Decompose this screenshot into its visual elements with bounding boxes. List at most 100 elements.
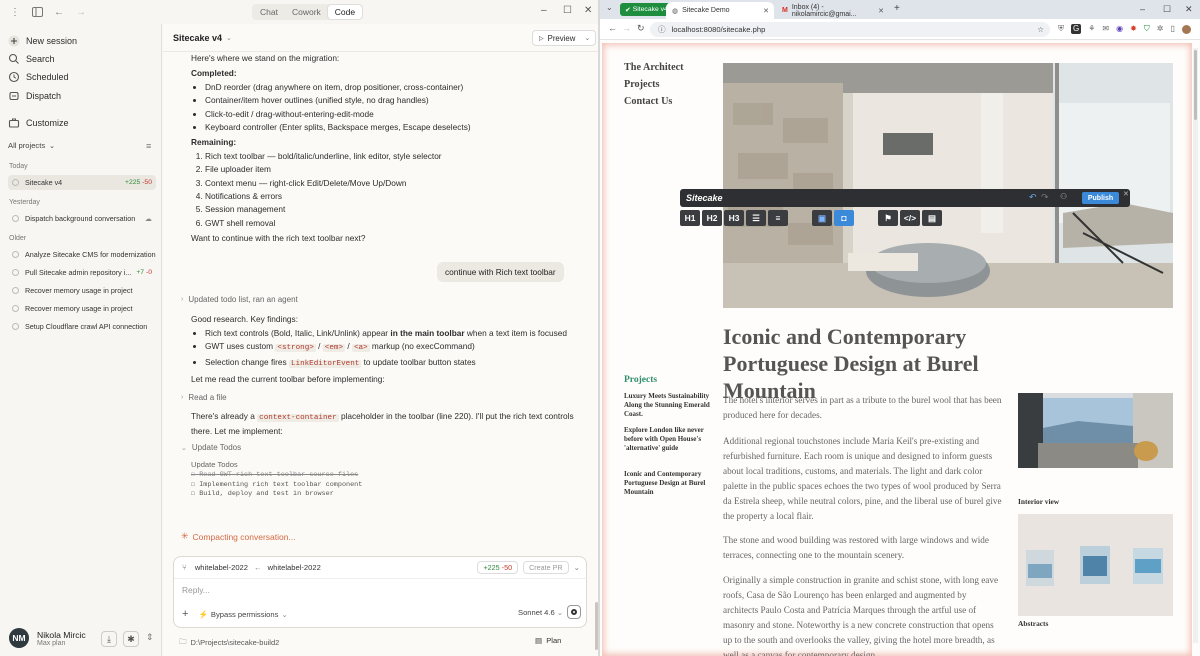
tab-group-sitecake[interactable]: ✔ Sitecake v4 (620, 3, 673, 16)
preview-button[interactable]: ▷ Preview ⌄ (532, 30, 597, 46)
align-icon[interactable]: ≡ (768, 210, 788, 226)
close-icon[interactable]: ✕ (1185, 4, 1193, 15)
chevron-down-icon[interactable]: ⌄ (584, 34, 590, 42)
mode-cowork[interactable]: Cowork (285, 5, 328, 19)
maximize-icon[interactable]: ☐ (1163, 4, 1171, 15)
reply-input[interactable]: Reply... (182, 585, 210, 595)
heading-2-button[interactable]: H2 (702, 210, 722, 226)
customize-button[interactable]: Customize (8, 117, 69, 129)
puzzle-icon[interactable]: ✲ (1157, 24, 1164, 34)
minimize-icon[interactable]: – (541, 5, 547, 16)
gallery-icon[interactable]: ◘ (834, 210, 854, 226)
article-paragraph[interactable]: Additional regional touchstones include … (723, 434, 1003, 524)
branch-to[interactable]: whitelabel-2022 (268, 563, 321, 572)
interior-image[interactable] (1018, 393, 1173, 468)
nav-link-architect[interactable]: The Architect (624, 62, 684, 73)
user-profile[interactable]: NM Nikola Mircic Max plan (9, 628, 86, 648)
heading-3-button[interactable]: H3 (724, 210, 744, 226)
heading-1-button[interactable]: H1 (680, 210, 700, 226)
new-tab-icon[interactable]: + (894, 3, 900, 14)
side-panel-icon[interactable]: ▯ (1171, 24, 1175, 34)
filter-settings-icon[interactable]: ≡ (146, 141, 151, 151)
maximize-icon[interactable]: ☐ (563, 5, 572, 16)
tab-inbox[interactable]: M Inbox (4) - nikolamircic@gmai... ✕ (776, 2, 889, 19)
mail-icon[interactable]: ✉ (1102, 24, 1109, 34)
tab-search-icon[interactable]: ⌄ (606, 3, 613, 12)
page-scrollbar[interactable] (1193, 48, 1198, 643)
back-arrow-icon[interactable]: ← (608, 23, 617, 33)
code-icon[interactable]: </> (900, 210, 920, 226)
sidebar-toggle-icon[interactable] (30, 5, 44, 19)
close-editor-icon[interactable]: ✕ (1123, 190, 1129, 198)
branch-from[interactable]: whitelabel-2022 (195, 563, 248, 572)
forward-arrow-icon[interactable]: → (622, 23, 631, 33)
back-arrow-icon[interactable]: ← (52, 5, 66, 19)
forward-arrow-icon[interactable]: → (74, 5, 88, 19)
sitemap-icon[interactable]: ⚇ (1060, 192, 1067, 201)
chevron-down-icon[interactable]: ⌄ (226, 34, 232, 42)
tool-call-summary[interactable]: › Updated todo list, ran an agent (181, 295, 298, 304)
scheduled-button[interactable]: Scheduled (8, 71, 69, 83)
tool-call-summary[interactable]: › Read a file (181, 393, 227, 402)
conversation-item[interactable]: Pull Sitecake admin repository i... +7 -0 (8, 265, 156, 280)
create-pr-button[interactable]: Create PR (523, 561, 569, 574)
plus-icon[interactable]: + (182, 608, 188, 620)
abstracts-image[interactable] (1018, 514, 1173, 616)
conversation-item[interactable]: Setup Cloudflare crawl API connection (8, 319, 156, 334)
mode-chat[interactable]: Chat (253, 5, 285, 19)
article-paragraph[interactable]: The stone and wood building was restored… (723, 533, 1003, 563)
extension-icon[interactable]: ◉ (1116, 24, 1123, 34)
menu-icon[interactable]: ⋮ (8, 5, 22, 19)
download-icon[interactable]: ⤓ (101, 631, 117, 647)
new-session-button[interactable]: New session (8, 35, 77, 47)
publish-button[interactable]: Publish (1082, 192, 1119, 204)
extension-icon[interactable]: G (1071, 24, 1082, 34)
nav-link-contact[interactable]: Contact Us (624, 96, 672, 107)
nav-link-projects[interactable]: Projects (624, 79, 659, 90)
scrollbar-thumb[interactable] (1194, 50, 1197, 120)
extension-icon[interactable]: ✸ (1130, 24, 1137, 34)
list-icon[interactable]: ☰ (746, 210, 766, 226)
stop-button[interactable] (567, 605, 581, 619)
project-link[interactable]: Iconic and Contemporary Portuguese Desig… (624, 470, 712, 497)
plan-toggle[interactable]: ▤ Plan (535, 636, 561, 645)
workspace-path[interactable]: 🗀 D:\Projects\sitecake-build2 (179, 636, 279, 649)
article-title[interactable]: Iconic and Contemporary Portuguese Desig… (723, 323, 1023, 404)
redo-icon[interactable]: ↷ (1041, 192, 1049, 203)
minimize-icon[interactable]: – (1140, 4, 1145, 14)
search-button[interactable]: Search (8, 53, 55, 65)
file-icon[interactable]: ▤ (922, 210, 942, 226)
tab-sitecake-demo[interactable]: ◍ Sitecake Demo ✕ (666, 2, 774, 19)
diff-stat[interactable]: +225 -50 (477, 561, 519, 574)
dispatch-button[interactable]: Dispatch (8, 90, 61, 102)
url-bar[interactable]: ⓘ localhost:8080/sitecake.php ☆ (650, 22, 1050, 37)
project-link[interactable]: Luxury Meets Sustainability Along the St… (624, 392, 712, 419)
mode-code[interactable]: Code (327, 5, 363, 19)
close-tab-icon[interactable]: ✕ (763, 7, 769, 15)
close-icon[interactable]: ✕ (584, 5, 592, 16)
profile-avatar[interactable] (1181, 25, 1191, 34)
expand-icon[interactable]: ⇕ (146, 632, 154, 643)
article-paragraph[interactable]: The hotel's interior serves in part as a… (723, 393, 1003, 423)
bookmark-star-icon[interactable]: ☆ (1037, 25, 1044, 34)
project-link[interactable]: Explore London like never before with Op… (624, 426, 712, 453)
article-paragraph[interactable]: Originally a simple construction in gran… (723, 573, 1003, 656)
permissions-dropdown[interactable]: Bypass permissions (211, 610, 279, 619)
reload-icon[interactable]: ↻ (637, 23, 645, 34)
model-selector[interactable]: Sonnet 4.6 ⌄ (518, 608, 563, 617)
extension-icon[interactable]: ⚘ (1088, 24, 1095, 34)
conversation-item[interactable]: Sitecake v4 +225 -50 (8, 175, 156, 190)
vpn-icon[interactable]: ⛉ (1144, 24, 1150, 34)
map-icon[interactable]: ⚑ (878, 210, 898, 226)
close-tab-icon[interactable]: ✕ (878, 7, 884, 15)
conversation-item[interactable]: Dispatch background conversation ☁ (8, 211, 156, 226)
project-filter-dropdown[interactable]: All projects ⌄ (8, 141, 55, 150)
tool-call-summary[interactable]: ⌄ Update Todos (181, 443, 241, 452)
chevron-down-icon[interactable]: ⌄ (574, 563, 580, 572)
shield-icon[interactable]: ⛨ (1058, 24, 1064, 34)
bug-icon[interactable]: ✱ (123, 631, 139, 647)
conversation-item[interactable]: Analyze Sitecake CMS for modernization (8, 247, 156, 262)
hero-image[interactable] (723, 63, 1173, 308)
conversation-item[interactable]: Recover memory usage in project (8, 301, 156, 316)
undo-icon[interactable]: ↶ (1029, 192, 1037, 203)
